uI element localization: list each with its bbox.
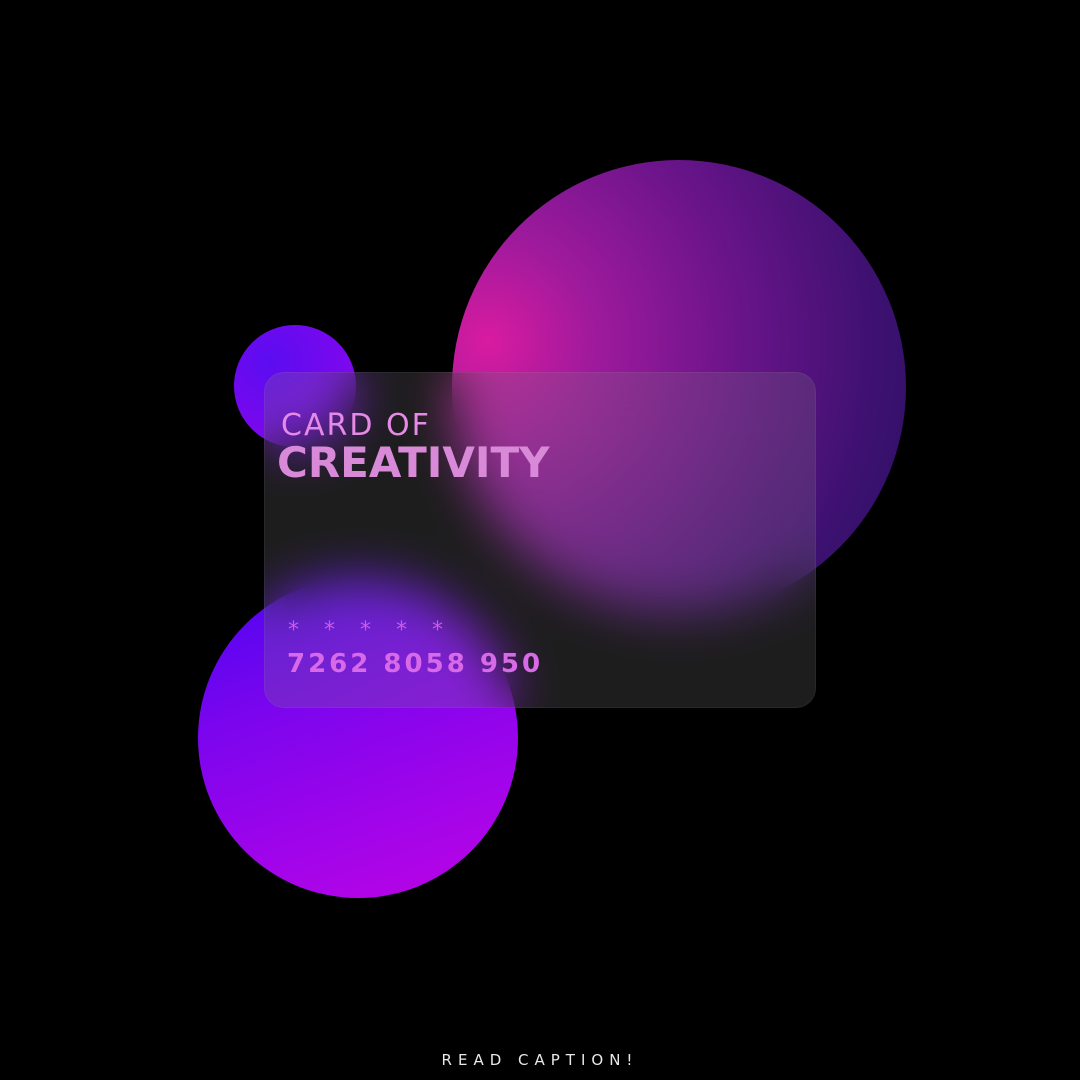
- card-number: 7262 8058 950: [287, 649, 544, 679]
- glass-card: CARD OF CREATIVITY * * * * * 7262 8058 9…: [264, 372, 816, 708]
- card-title: CREATIVITY: [277, 438, 550, 487]
- card-masked-digits: * * * * *: [288, 618, 452, 643]
- caption-text: READ CAPTION!: [441, 1051, 639, 1069]
